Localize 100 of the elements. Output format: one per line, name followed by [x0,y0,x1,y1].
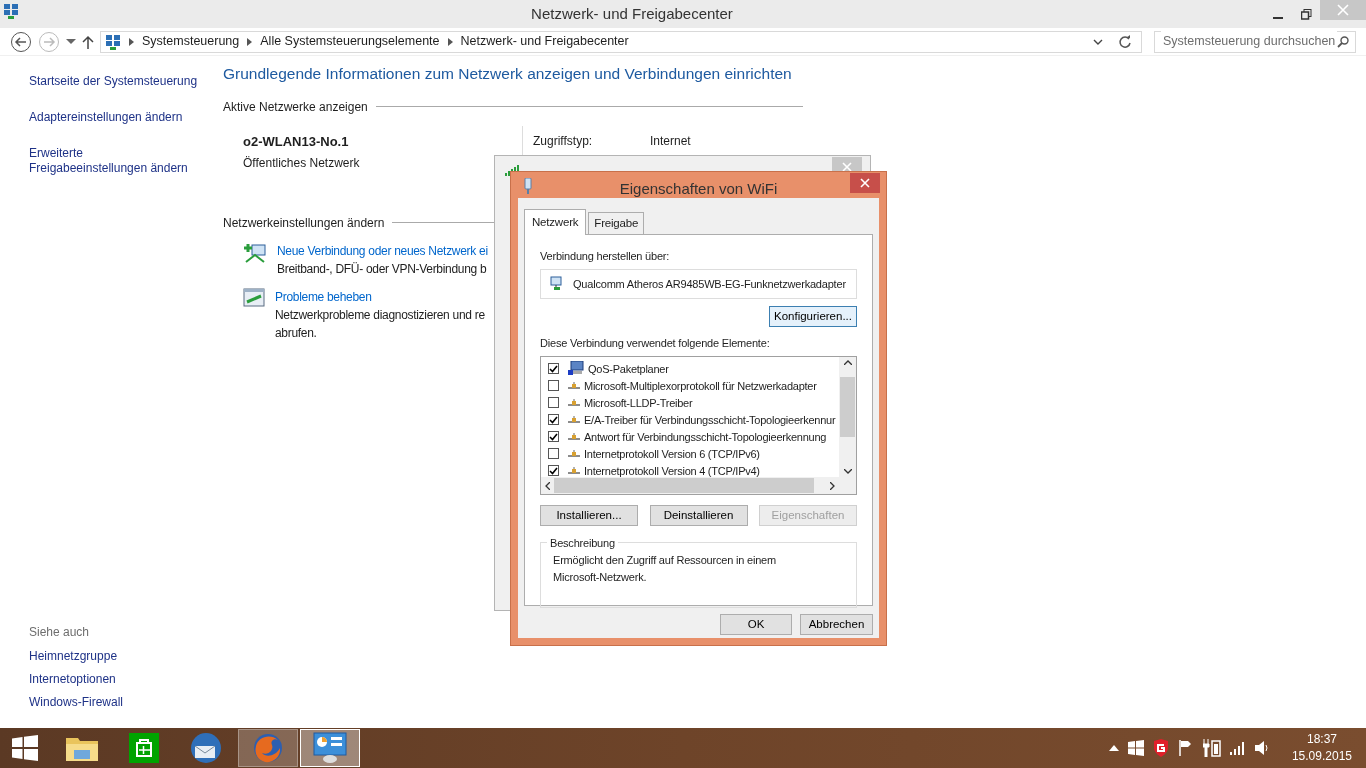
minimize-icon [1273,17,1283,19]
list-item[interactable]: Microsoft-Multiplexorprotokoll für Netzwerkadapter [548,377,839,395]
protocol-icon [568,398,580,407]
sidebar-link[interactable]: Windows-Firewall [29,695,222,710]
protocol-icon [568,432,580,441]
show-hidden-icons[interactable] [1108,745,1119,751]
speaker-icon[interactable] [1254,740,1269,756]
field-label: Verbindung herstellen über: [540,249,671,265]
dialog-button[interactable]: OK [720,614,792,636]
sidebar-heading: Siehe auch [29,624,91,641]
sidebar-link[interactable]: Heimnetzgruppe [29,649,222,664]
clock[interactable]: 18:37 15.09.2015 [1291,731,1352,765]
list-label: Diese Verbindung verwendet folgende Elemente: [540,335,771,351]
troubleshoot-icon [243,287,265,308]
network-adapter-icon [549,275,565,292]
protocol-icon [568,415,580,424]
checkbox[interactable] [548,397,559,409]
new-connection-icon [243,241,267,264]
section-heading: Aktive Netzwerke anzeigen [223,98,368,116]
description-text: Ermöglicht den Zugriff auf Ressourcen in einem Microsoft-Netzwerk. [553,553,777,585]
task-link[interactable]: Probleme beheben [275,287,485,306]
breadcrumb-item[interactable]: Netzwerk- und Freigabecenter [460,32,629,51]
control-panel-icon [313,732,347,764]
chevron-icon [247,37,253,46]
checkbox[interactable] [548,414,559,426]
chevron-icon [129,37,134,46]
control-panel-icon [105,33,121,50]
address-bar[interactable]: Systemsteuerung Alle Systemsteuerungselemente Netzwerk- und Freigabecenter [100,30,1142,53]
checkbox[interactable] [548,465,559,477]
checkbox[interactable] [548,431,559,443]
dropdown-icon[interactable] [1093,38,1103,45]
search-field[interactable]: Systemsteuerung durchsuchen [1154,30,1356,53]
adapter-field: Qualcomm Atheros AR9485WB-EG-Funknetzwerkadapter [540,268,857,299]
protocol-icon [568,449,580,458]
list-item[interactable]: Internetprotokoll Version 6 (TCP/IPv6) [548,445,839,463]
sidebar-link[interactable]: Startseite der Systemsteuerung [29,74,222,89]
taskbar-app[interactable] [300,729,360,767]
chevron-icon [447,37,453,46]
dialog-title: Eigenschaften von WiFi [619,180,778,197]
task-link[interactable]: Neue Verbindung oder neues Netzwerk ei [277,241,488,260]
sidebar-link[interactable]: Adaptereinstellungen ändern [29,110,222,125]
section-heading: Netzwerkeinstellungen ändern [223,214,385,232]
scroll-down-icon[interactable] [843,469,852,475]
task-description: Netzwerkprobleme diagnostizieren und re [275,306,485,324]
detail-value: Internet [650,132,691,150]
page-heading: Grundlegende Informationen zum Netzwerk anzeigen und Verbindungen einrichten [223,65,793,84]
tab[interactable]: Freigabe [588,212,645,235]
breadcrumb-item[interactable]: Systemsteuerung [142,32,240,51]
back-button[interactable] [10,30,32,53]
dialog-button[interactable]: Abbrechen [800,614,873,636]
scroll-thumb[interactable] [554,478,814,494]
scroll-up-icon[interactable] [843,360,852,366]
dialog-button[interactable]: Deinstallieren [649,505,748,527]
sidebar-link[interactable]: Erweiterte Freigabeeinstellungen ändern [29,146,189,176]
store-icon [129,733,159,763]
list-item[interactable]: Antwort für Verbindungsschicht-Topologieerkennung [548,428,839,446]
windows-logo-icon [12,735,38,761]
computer-icon [568,361,584,377]
windows-logo-icon[interactable] [1127,740,1144,756]
dropdown-icon[interactable] [66,38,76,45]
tab[interactable]: Netzwerk [524,209,587,236]
refresh-icon[interactable] [1118,34,1132,49]
protocol-icon [568,381,580,390]
close-icon [860,178,870,188]
up-arrow-icon[interactable] [82,34,94,49]
shield-icon[interactable] [1152,739,1169,757]
search-icon [1337,35,1349,48]
list-item[interactable]: Internetprotokoll Version 4 (TCP/IPv4) [548,462,839,478]
task-description: abrufen. [275,324,318,342]
dialog-button[interactable]: Installieren... [540,505,638,527]
scroll-left-icon[interactable] [545,481,550,490]
battery-plug-icon[interactable] [1202,739,1221,757]
checkbox[interactable] [548,363,559,375]
vertical-scrollbar[interactable] [839,357,856,478]
task-description: Breitband-, DFÜ- oder VPN-Verbindung b [277,260,488,278]
list-item[interactable]: Microsoft-LLDP-Treiber [548,394,839,412]
detail-label: Zugriffstyp: [533,132,594,150]
scroll-thumb[interactable] [840,377,855,438]
checkbox[interactable] [548,448,559,460]
browser-icon [252,732,284,764]
signal-icon[interactable] [1229,741,1246,755]
network-adapter-icon [523,178,533,194]
close-icon [1337,4,1349,16]
components-list[interactable] [540,356,857,496]
checkbox[interactable] [548,380,559,392]
restore-icon [1300,8,1312,20]
horizontal-scrollbar[interactable] [541,477,839,495]
list-item[interactable]: E/A-Treiber für Verbindungsschicht-Topologieerkennur [548,411,839,429]
close-button[interactable] [850,173,880,193]
close-icon [842,162,852,172]
flag-icon[interactable] [1177,740,1194,756]
configure-button[interactable]: Konfigurieren... [769,305,857,327]
network-name: o2-WLAN13-No.1 [243,133,349,149]
network-type: Öffentliches Netzwerk [243,156,360,171]
protocol-icon [568,466,580,475]
list-item[interactable]: QoS-Paketplaner [548,360,839,378]
scroll-right-icon[interactable] [830,481,835,490]
sidebar-link[interactable]: Internetoptionen [29,672,222,687]
breadcrumb-item[interactable]: Alle Systemsteuerungselemente [260,32,440,51]
window-title: Netzwerk- und Freigabecenter [531,4,733,22]
